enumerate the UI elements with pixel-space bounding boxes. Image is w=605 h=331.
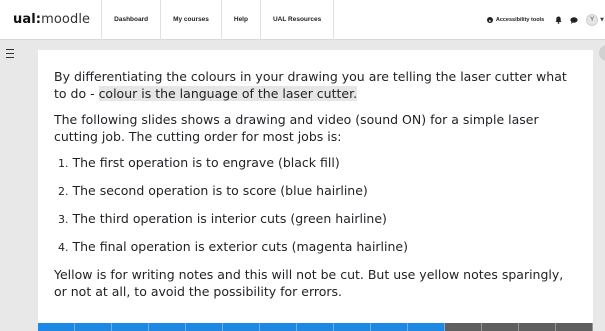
- nav-dashboard[interactable]: Dashboard: [101, 0, 160, 40]
- paragraph-cutting-order: The following slides shows a drawing and…: [54, 112, 539, 144]
- progress-segment[interactable]: [297, 323, 334, 331]
- top-navbar: ual:moodle Dashboard My courses Help UAL…: [0, 0, 605, 40]
- progress-segment[interactable]: [223, 323, 260, 331]
- messages-chat-icon[interactable]: [570, 16, 578, 24]
- cutting-steps-list: 1. The first operation is to engrave (bl…: [54, 154, 579, 256]
- progress-segment[interactable]: [519, 323, 556, 331]
- paragraph-yellow-notes: Yellow is for writing notes and this wil…: [54, 267, 564, 299]
- progress-segment[interactable]: [408, 323, 445, 331]
- progress-segment[interactable]: [149, 323, 186, 331]
- progress-segment[interactable]: [260, 323, 297, 331]
- progress-segment[interactable]: [556, 323, 593, 331]
- nav-ual-resources[interactable]: UAL Resources: [259, 0, 335, 40]
- user-avatar[interactable]: Y: [586, 14, 599, 26]
- progress-segment[interactable]: [186, 323, 223, 331]
- list-item: 3. The third operation is interior cuts …: [58, 211, 387, 226]
- list-item: 1. The first operation is to engrave (bl…: [58, 155, 340, 170]
- list-item: 4. The final operation is exterior cuts …: [58, 239, 408, 254]
- slide-progress-bar[interactable]: [38, 323, 593, 331]
- user-tools: ● Accessibility tools Y ▼: [486, 0, 605, 40]
- list-item: 2. The second operation is to score (blu…: [58, 183, 368, 198]
- drawer-toggle-menu-icon[interactable]: [4, 48, 16, 59]
- progress-segment[interactable]: [445, 323, 482, 331]
- lesson-text: By differentiating the colours in your d…: [54, 68, 579, 309]
- accessibility-label: Accessibility tools: [495, 17, 545, 23]
- progress-segment[interactable]: [334, 323, 371, 331]
- progress-segment[interactable]: [38, 323, 75, 331]
- accessibility-icon: ●: [486, 17, 493, 23]
- site-logo[interactable]: ual:moodle: [13, 12, 90, 27]
- primary-nav: Dashboard My courses Help UAL Resources: [101, 0, 335, 40]
- highlighted-text: colour is the language of the laser cutt…: [98, 86, 358, 101]
- progress-segment[interactable]: [482, 323, 519, 331]
- progress-segment[interactable]: [112, 323, 149, 331]
- progress-segment[interactable]: [75, 323, 112, 331]
- nav-help[interactable]: Help: [220, 0, 260, 40]
- chevron-down-icon[interactable]: ▼: [600, 17, 604, 23]
- notifications-bell-icon[interactable]: [554, 15, 562, 25]
- right-drawer-toggle[interactable]: [599, 45, 605, 61]
- lesson-content-card: By differentiating the colours in your d…: [38, 50, 593, 324]
- nav-my-courses[interactable]: My courses: [160, 0, 221, 40]
- paragraph-intro: By differentiating the colours in your d…: [54, 69, 567, 101]
- accessibility-tools-button[interactable]: ● Accessibility tools: [486, 17, 545, 23]
- progress-segment[interactable]: [371, 323, 408, 331]
